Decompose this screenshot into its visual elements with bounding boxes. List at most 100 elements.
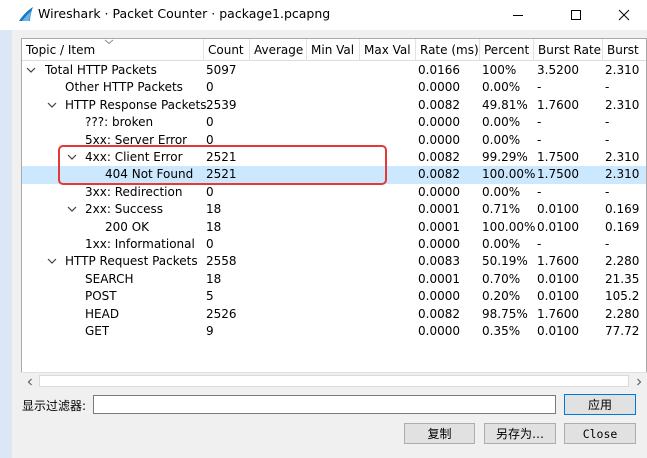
copy-button[interactable]: 复制	[404, 423, 475, 444]
tree-row[interactable]: POST 5 0.0000 0.20% 0.0100 105.2	[22, 288, 646, 305]
row-percent: 0.00%	[482, 132, 521, 147]
column-average[interactable]: Average	[250, 39, 307, 61]
chevron-down-icon[interactable]	[46, 253, 58, 270]
tree-row[interactable]: HTTP Response Packets 2539 0.0082 49.81% 1.7…	[22, 97, 646, 114]
window-title: Wireshark · Packet Counter · package1.pc…	[38, 6, 331, 21]
tree-row[interactable]: 200 OK 18 0.0001 100.00% 0.0100 0.169	[22, 219, 646, 236]
row-topic: ???: broken	[85, 115, 154, 130]
column-rate[interactable]: Rate (ms)	[416, 39, 480, 61]
maximize-icon	[571, 10, 581, 20]
row-rate: 0.0082	[418, 167, 460, 182]
row-topic: 404 Not Found	[105, 167, 194, 182]
row-burst-rate: 1.7600	[537, 254, 579, 269]
row-percent: 98.75%	[482, 306, 528, 321]
row-burst-rate: -	[537, 115, 542, 130]
packet-counter-tree[interactable]: Topic / Item Count Average Min Val Max V…	[21, 38, 647, 388]
chevron-down-icon[interactable]	[46, 97, 58, 114]
row-percent: 100.00%	[482, 167, 536, 182]
title-bar[interactable]: Wireshark · Packet Counter · package1.pc…	[0, 0, 647, 30]
tree-row[interactable]: HEAD 2526 0.0082 98.75% 1.7600 2.280	[22, 306, 646, 323]
packet-counter-window: Wireshark · Packet Counter · package1.pc…	[0, 0, 647, 458]
row-rate: 0.0082	[418, 306, 460, 321]
tree-row[interactable]: 1xx: Informational 0 0.0000 0.00% - -	[22, 236, 646, 253]
column-max-val[interactable]: Max Val	[360, 39, 416, 61]
tree-row[interactable]: 3xx: Redirection 0 0.0000 0.00% - -	[22, 184, 646, 201]
column-burst-rate[interactable]: Burst Rate	[534, 39, 603, 61]
sort-indicator-icon	[104, 39, 114, 45]
row-burst: 2.310	[605, 97, 640, 112]
row-burst: -	[605, 184, 610, 199]
row-count: 0	[206, 115, 214, 130]
close-button[interactable]: Close	[564, 423, 636, 444]
row-burst-rate: -	[537, 237, 542, 251]
row-burst: 2.310	[605, 63, 640, 77]
column-header: Topic / Item Count Average Min Val Max V…	[22, 39, 646, 61]
chevron-down-icon[interactable]	[25, 62, 37, 79]
row-count: 2558	[206, 254, 237, 269]
save-as-button[interactable]: 另存为…	[484, 423, 556, 444]
row-percent: 49.81%	[482, 97, 528, 112]
row-topic: SEARCH	[85, 271, 134, 286]
column-percent[interactable]: Percent	[480, 39, 534, 61]
row-percent: 0.00%	[482, 237, 521, 251]
tree-row[interactable]: Other HTTP Packets 0 0.0000 0.00% - -	[22, 79, 646, 96]
row-rate: 0.0000	[418, 80, 460, 95]
row-burst: -	[605, 80, 610, 95]
row-burst-rate: -	[537, 80, 542, 95]
chevron-down-icon[interactable]	[66, 201, 78, 218]
scroll-left-button[interactable]	[21, 373, 38, 390]
column-min-val[interactable]: Min Val	[307, 39, 360, 61]
row-topic: GET	[85, 324, 110, 338]
row-topic: HEAD	[85, 306, 120, 321]
row-count: 5	[206, 289, 214, 304]
chevron-down-icon[interactable]	[66, 149, 78, 166]
row-rate: 0.0000	[418, 324, 460, 338]
row-burst-rate: -	[537, 184, 542, 199]
row-topic: 200 OK	[105, 219, 150, 234]
row-rate: 0.0000	[418, 237, 460, 251]
row-percent: 0.00%	[482, 184, 521, 199]
tree-row[interactable]: GET 9 0.0000 0.35% 0.0100 77.72	[22, 323, 646, 340]
row-burst: 0.169	[605, 202, 640, 217]
row-topic: POST	[85, 289, 117, 304]
minimize-button[interactable]	[495, 0, 541, 30]
column-count[interactable]: Count	[204, 39, 250, 61]
scroll-right-button[interactable]	[630, 373, 647, 390]
row-percent: 100.00%	[482, 219, 536, 234]
close-window-button[interactable]	[601, 0, 647, 30]
row-count: 0	[206, 132, 214, 147]
row-burst-rate: 0.0100	[537, 289, 579, 304]
row-count: 0	[206, 237, 214, 251]
row-burst: 2.280	[605, 254, 640, 269]
tree-row[interactable]: 4xx: Client Error 2521 0.0082 99.29% 1.7500 2…	[22, 149, 646, 166]
row-burst: 21.35	[605, 271, 640, 286]
row-topic: 4xx: Client Error	[85, 150, 183, 164]
column-burst[interactable]: Burst	[603, 39, 646, 61]
tree-row[interactable]: 404 Not Found 2521 0.0082 100.00% 1.7500 2.31…	[22, 166, 646, 184]
row-topic: 2xx: Success	[85, 202, 163, 217]
tree-row[interactable]: SEARCH 18 0.0001 0.70% 0.0100 21.35	[22, 271, 646, 288]
tree-row[interactable]: HTTP Request Packets 2558 0.0083 50.19% 1.76…	[22, 253, 646, 270]
row-burst: -	[605, 237, 610, 251]
row-count: 18	[206, 219, 222, 234]
scroll-thumb[interactable]	[39, 375, 629, 387]
row-topic: HTTP Response Packets	[65, 97, 207, 112]
row-percent: 0.71%	[482, 202, 521, 217]
row-rate: 0.0166	[418, 63, 460, 77]
display-filter-input[interactable]	[93, 395, 556, 414]
tree-row[interactable]: 2xx: Success 18 0.0001 0.71% 0.0100 0.169	[22, 201, 646, 218]
row-rate: 0.0001	[418, 202, 460, 217]
wireshark-fin-icon	[19, 7, 33, 21]
tree-row[interactable]: 5xx: Server Error 0 0.0000 0.00% - -	[22, 132, 646, 149]
row-rate: 0.0082	[418, 150, 460, 164]
row-burst-rate: 1.7500	[537, 150, 579, 164]
apply-button[interactable]: 应用	[564, 394, 636, 415]
row-percent: 0.00%	[482, 80, 521, 95]
row-topic: 1xx: Informational	[85, 237, 195, 251]
tree-row[interactable]: ???: broken 0 0.0000 0.00% - -	[22, 114, 646, 131]
maximize-button[interactable]	[553, 0, 599, 30]
row-percent: 100%	[482, 63, 517, 77]
horizontal-scrollbar[interactable]	[21, 372, 647, 389]
row-burst: 0.169	[605, 219, 640, 234]
tree-row[interactable]: Total HTTP Packets 5097 0.0166 100% 3.5200 2.…	[22, 62, 646, 79]
